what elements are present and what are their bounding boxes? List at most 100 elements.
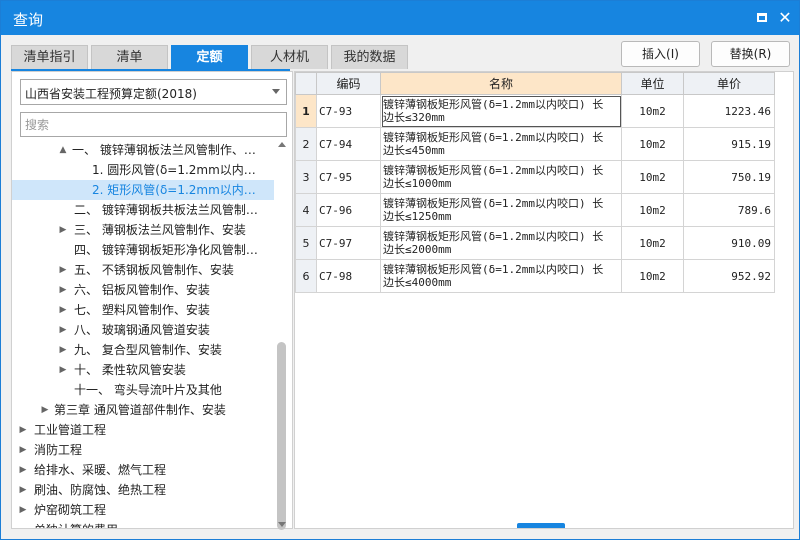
search-input[interactable] <box>20 112 287 137</box>
header-unit[interactable]: 单位 <box>621 72 684 95</box>
tab-my-data[interactable]: 我的数据 <box>331 45 408 69</box>
table-row[interactable]: 6 C7-98 镀锌薄钢板矩形风管(δ=1.2mm以内咬口) 长边长≤4000mm 1… <box>295 259 775 293</box>
tree-item[interactable]: ▶ 工业管道工程 <box>12 420 274 440</box>
table-row[interactable]: 1 C7-93 镀锌薄钢板矩形风管(δ=1.2mm以内咬口) 长边长≤320mm 10… <box>295 94 775 128</box>
quota-price[interactable]: 952.92 <box>683 259 775 293</box>
quota-name[interactable]: 镀锌薄钢板矩形风管(δ=1.2mm以内咬口) 长边长≤450mm <box>380 127 622 161</box>
tree-item-label: 六、 铝板风管制作、安装 <box>74 283 210 297</box>
quota-code[interactable]: C7-97 <box>316 226 381 260</box>
tree-item[interactable]: 四、 镀锌薄钢板矩形净化风管制… <box>12 240 274 260</box>
library-select[interactable]: 山西省安装工程预算定额(2018) <box>20 79 287 105</box>
row-index[interactable]: 4 <box>295 193 317 227</box>
replace-button[interactable]: 替换(R) <box>711 41 790 67</box>
header-name[interactable]: 名称 <box>380 72 622 95</box>
quota-name[interactable]: 镀锌薄钢板矩形风管(δ=1.2mm以内咬口) 长边长≤4000mm <box>380 259 622 293</box>
collapse-handle[interactable] <box>517 523 565 528</box>
collapsed-arrow-icon[interactable]: ▶ <box>58 360 68 380</box>
collapsed-arrow-icon[interactable]: ▶ <box>18 420 28 440</box>
collapsed-arrow-icon[interactable]: ▶ <box>58 300 68 320</box>
scroll-down-icon[interactable] <box>278 522 286 527</box>
quota-price[interactable]: 910.09 <box>683 226 775 260</box>
tree-item-label: 消防工程 <box>34 443 83 457</box>
collapsed-arrow-icon[interactable]: ▶ <box>58 320 68 340</box>
collapsed-arrow-icon[interactable]: ▶ <box>18 500 28 520</box>
quota-price[interactable]: 789.6 <box>683 193 775 227</box>
quota-name[interactable]: 镀锌薄钢板矩形风管(δ=1.2mm以内咬口) 长边长≤1250mm <box>380 193 622 227</box>
tree-scrollbar[interactable] <box>276 142 289 530</box>
collapsed-arrow-icon[interactable]: ▶ <box>18 480 28 500</box>
expanded-arrow-icon[interactable]: ▲ <box>58 140 68 160</box>
tab-bill[interactable]: 清单 <box>91 45 168 69</box>
quota-code[interactable]: C7-93 <box>316 94 381 128</box>
quota-unit[interactable]: 10m2 <box>621 226 684 260</box>
quota-price[interactable]: 915.19 <box>683 127 775 161</box>
collapsed-arrow-icon[interactable]: ▶ <box>58 220 68 240</box>
scroll-thumb[interactable] <box>277 342 286 530</box>
row-index[interactable]: 2 <box>295 127 317 161</box>
insert-button[interactable]: 插入(I) <box>621 41 700 67</box>
title-bar[interactable]: 查询 ✕ <box>1 1 799 35</box>
table-row[interactable]: 4 C7-96 镀锌薄钢板矩形风管(δ=1.2mm以内咬口) 长边长≤1250mm 1… <box>295 193 775 227</box>
tree-item-label: 工业管道工程 <box>34 423 107 437</box>
collapsed-arrow-icon[interactable]: ▶ <box>40 400 50 420</box>
tree-item[interactable]: ▲ 一、 镀锌薄钢板法兰风管制作、… <box>12 140 274 160</box>
tree-item[interactable]: 十一、 弯头导流叶片及其他 <box>12 380 274 400</box>
quota-name[interactable]: 镀锌薄钢板矩形风管(δ=1.2mm以内咬口) 长边长≤1000mm <box>380 160 622 194</box>
quota-code[interactable]: C7-95 <box>316 160 381 194</box>
row-index[interactable]: 3 <box>295 160 317 194</box>
tree-item-label: 十一、 弯头导流叶片及其他 <box>74 383 222 397</box>
quota-unit[interactable]: 10m2 <box>621 259 684 293</box>
tree-item[interactable]: ▶ 九、 复合型风管制作、安装 <box>12 340 274 360</box>
table-row[interactable]: 3 C7-95 镀锌薄钢板矩形风管(δ=1.2mm以内咬口) 长边长≤1000mm 1… <box>295 160 775 194</box>
maximize-icon[interactable] <box>753 9 771 27</box>
tree-item[interactable]: ▶ 给排水、采暖、燃气工程 <box>12 460 274 480</box>
quota-name[interactable]: 镀锌薄钢板矩形风管(δ=1.2mm以内咬口) 长边长≤2000mm <box>380 226 622 260</box>
row-index[interactable]: 1 <box>295 94 317 128</box>
quota-code[interactable]: C7-96 <box>316 193 381 227</box>
tab-labor-material-machine[interactable]: 人材机 <box>251 45 328 69</box>
table-row[interactable]: 2 C7-94 镀锌薄钢板矩形风管(δ=1.2mm以内咬口) 长边长≤450mm 10… <box>295 127 775 161</box>
quota-unit[interactable]: 10m2 <box>621 160 684 194</box>
tree-item[interactable]: ▶ 十、 柔性软风管安装 <box>12 360 274 380</box>
tree-item[interactable]: 2. 矩形风管(δ=1.2mm以内… <box>12 180 274 200</box>
tree-item[interactable]: ▶ 刷油、防腐蚀、绝热工程 <box>12 480 274 500</box>
collapsed-arrow-icon[interactable]: ▶ <box>18 440 28 460</box>
quota-name-line2: 边长≤2000mm <box>383 243 452 256</box>
quota-code[interactable]: C7-94 <box>316 127 381 161</box>
collapsed-arrow-icon[interactable]: ▶ <box>58 280 68 300</box>
tree-item-label: 七、 塑料风管制作、安装 <box>74 303 210 317</box>
tree-item[interactable]: ▶ 七、 塑料风管制作、安装 <box>12 300 274 320</box>
tree-item[interactable]: 二、 镀锌薄钢板共板法兰风管制… <box>12 200 274 220</box>
tab-quota[interactable]: 定额 <box>171 45 248 69</box>
scroll-up-icon[interactable] <box>278 142 286 147</box>
quota-price[interactable]: 1223.46 <box>683 94 775 128</box>
collapsed-arrow-icon[interactable]: ▶ <box>58 340 68 360</box>
tree-item[interactable]: ▶ 炉窑砌筑工程 <box>12 500 274 520</box>
row-index[interactable]: 5 <box>295 226 317 260</box>
header-price[interactable]: 单价 <box>683 72 775 95</box>
quota-unit[interactable]: 10m2 <box>621 127 684 161</box>
quota-unit[interactable]: 10m2 <box>621 94 684 128</box>
collapsed-arrow-icon[interactable]: ▶ <box>18 460 28 480</box>
tree-item[interactable]: 1. 圆形风管(δ=1.2mm以内… <box>12 160 274 180</box>
tree-item[interactable]: ▶ 八、 玻璃钢通风管道安装 <box>12 320 274 340</box>
quota-code[interactable]: C7-98 <box>316 259 381 293</box>
collapsed-arrow-icon[interactable]: ▶ <box>58 260 68 280</box>
tree-item[interactable]: ▶ 六、 铝板风管制作、安装 <box>12 280 274 300</box>
tree-item[interactable]: 单独计算的费用 <box>12 520 274 528</box>
quota-unit[interactable]: 10m2 <box>621 193 684 227</box>
quota-price[interactable]: 750.19 <box>683 160 775 194</box>
tree-item[interactable]: ▶ 三、 薄钢板法兰风管制作、安装 <box>12 220 274 240</box>
tree-item[interactable]: ▶ 第三章 通风管道部件制作、安装 <box>12 400 274 420</box>
header-code[interactable]: 编码 <box>316 72 381 95</box>
quota-name[interactable]: 镀锌薄钢板矩形风管(δ=1.2mm以内咬口) 长边长≤320mm <box>380 94 622 128</box>
tree-item-label: 炉窑砌筑工程 <box>34 503 107 517</box>
tree-item-label: 三、 薄钢板法兰风管制作、安装 <box>74 223 246 237</box>
tree-item[interactable]: ▶ 消防工程 <box>12 440 274 460</box>
table-row[interactable]: 5 C7-97 镀锌薄钢板矩形风管(δ=1.2mm以内咬口) 长边长≤2000mm 1… <box>295 226 775 260</box>
quota-list-panel: 编码 名称 单位 单价 1 C7-93 镀锌薄钢板矩形风管(δ=1.2mm以内咬口)… <box>294 71 794 529</box>
close-icon[interactable]: ✕ <box>776 9 794 27</box>
tab-bill-guide[interactable]: 清单指引 <box>11 45 88 69</box>
row-index[interactable]: 6 <box>295 259 317 293</box>
tree-item[interactable]: ▶ 五、 不锈钢板风管制作、安装 <box>12 260 274 280</box>
